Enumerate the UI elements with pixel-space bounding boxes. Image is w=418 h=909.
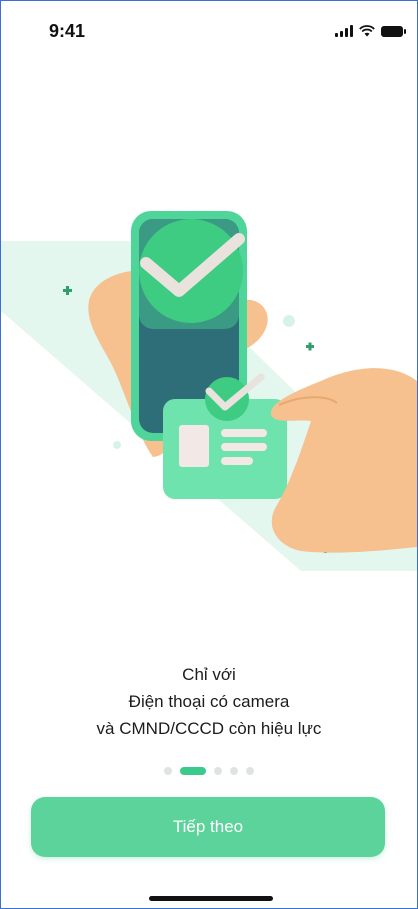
next-button[interactable]: Tiếp theo	[31, 797, 385, 857]
status-icons	[335, 25, 406, 37]
pagination-dot[interactable]	[164, 767, 172, 775]
pagination-dots	[1, 767, 417, 775]
onboarding-line-3: và CMND/CCCD còn hiệu lực	[96, 719, 322, 738]
pagination-dot-active[interactable]	[180, 767, 206, 775]
status-bar: 9:41	[1, 1, 417, 61]
pagination-dot[interactable]	[246, 767, 254, 775]
pagination-dot[interactable]	[214, 767, 222, 775]
signal-icon	[335, 25, 353, 37]
onboarding-line-1: Chỉ với	[182, 665, 236, 684]
onboarding-line-2: Điện thoại có camera	[128, 692, 290, 711]
pagination-dot[interactable]	[230, 767, 238, 775]
home-indicator	[149, 896, 273, 901]
next-button-label: Tiếp theo	[172, 817, 244, 836]
wifi-icon	[359, 25, 375, 37]
battery-icon	[381, 25, 406, 37]
phone-screen: 9:41 Chỉ với Điện thoại có camera và CMN…	[0, 0, 418, 909]
onboarding-illustration	[1, 211, 417, 571]
onboarding-text: Chỉ với Điện thoại có camera và CMND/CCC…	[1, 661, 417, 742]
status-time: 9:41	[49, 21, 86, 41]
